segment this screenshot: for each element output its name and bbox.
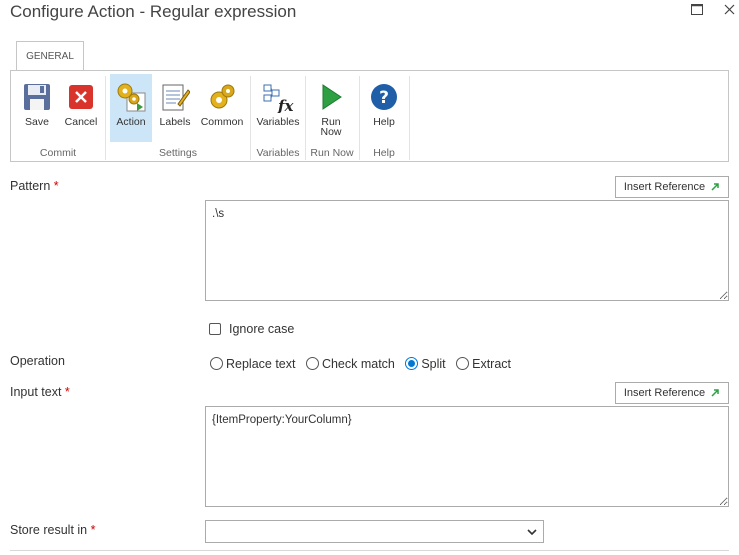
input-text-input[interactable]: {ItemProperty:YourColumn}: [205, 406, 729, 507]
operation-label: Operation: [10, 354, 65, 368]
bottom-divider: [10, 550, 729, 551]
action-button[interactable]: Action: [110, 74, 152, 142]
pattern-label: Pattern *: [10, 179, 59, 193]
play-icon: [322, 84, 342, 110]
radio-split[interactable]: [405, 357, 419, 371]
cancel-button[interactable]: Cancel: [60, 74, 102, 142]
svg-text:fx: fx: [277, 97, 294, 113]
ignore-case-checkbox[interactable]: [209, 323, 221, 335]
variables-label: Variables: [256, 116, 300, 128]
group-label-commit: Commit: [39, 147, 77, 159]
radio-extract[interactable]: [456, 357, 470, 371]
help-label: Help: [373, 116, 395, 128]
close-button[interactable]: [720, 0, 738, 18]
group-label-variables: Variables: [256, 147, 300, 159]
labels-label: Labels: [159, 116, 191, 128]
svg-text:?: ?: [379, 88, 389, 108]
maximize-button[interactable]: [688, 0, 706, 18]
ignore-case-label: Ignore case: [229, 322, 295, 336]
pattern-input[interactable]: .\s: [205, 200, 729, 301]
maximize-icon: [691, 4, 703, 15]
dialog-title: Configure Action - Regular expression: [10, 2, 297, 21]
input-text-insert-reference-button[interactable]: Insert Reference: [615, 382, 729, 404]
store-result-label: Store result in *: [10, 523, 96, 537]
common-gears-icon: [210, 84, 235, 109]
action-label: Action: [116, 116, 146, 128]
action-gears-icon: [117, 83, 146, 112]
save-button[interactable]: Save: [14, 74, 60, 142]
operation-radio-group: Replace text Check match Split Extract: [210, 355, 517, 373]
group-label-settings: Settings: [159, 147, 197, 159]
help-icon: ?: [371, 84, 397, 110]
group-label-run-now: Run Now: [310, 147, 354, 159]
cancel-label: Cancel: [64, 116, 98, 128]
radio-replace-text[interactable]: [210, 357, 223, 371]
variables-fx-icon: fx: [263, 84, 294, 113]
required-marker: *: [90, 523, 96, 537]
required-marker: *: [64, 385, 70, 399]
labels-notepad-icon: [162, 84, 190, 111]
tab-general[interactable]: GENERAL: [16, 41, 84, 71]
common-button[interactable]: Common: [198, 74, 246, 142]
chevron-down-icon: [527, 529, 537, 536]
insert-arrow-icon: [711, 389, 719, 397]
variables-button[interactable]: fx Variables: [254, 74, 302, 142]
close-icon: [724, 4, 734, 14]
labels-button[interactable]: Labels: [154, 74, 196, 142]
store-result-select[interactable]: [205, 520, 544, 543]
run-now-label: Run Now: [320, 116, 342, 138]
pattern-insert-reference-button[interactable]: Insert Reference: [615, 176, 729, 198]
group-label-help: Help: [373, 147, 395, 159]
cancel-icon: [69, 85, 93, 109]
run-now-button[interactable]: Run Now: [309, 74, 353, 142]
required-marker: *: [53, 179, 59, 193]
ribbon: Save Cancel Commit Action Labels Common …: [10, 70, 729, 162]
floppy-disk-icon: [24, 84, 50, 110]
radio-check-match[interactable]: [305, 357, 319, 371]
help-button[interactable]: ? Help: [363, 74, 405, 142]
ignore-case-option[interactable]: Ignore case: [209, 322, 294, 336]
input-text-label: Input text *: [10, 385, 70, 399]
common-label: Common: [200, 116, 244, 128]
save-label: Save: [25, 116, 49, 128]
insert-arrow-icon: [711, 183, 719, 191]
